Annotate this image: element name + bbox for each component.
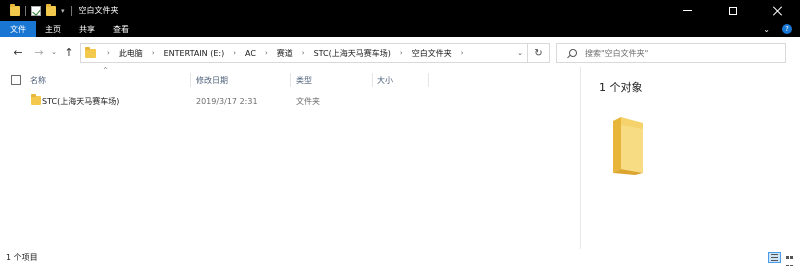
- breadcrumb-item-ac[interactable]: AC: [243, 49, 258, 58]
- close-button[interactable]: [755, 0, 800, 21]
- window-controls: [665, 0, 800, 21]
- search-box[interactable]: 搜索"空白文件夹": [556, 43, 786, 63]
- folder-icon: [10, 3, 20, 16]
- details-view-icon: [771, 254, 778, 255]
- new-folder-icon[interactable]: [46, 3, 56, 16]
- column-divider[interactable]: [428, 73, 429, 87]
- breadcrumb-separator-icon[interactable]: ›: [258, 49, 275, 57]
- tab-view[interactable]: 查看: [104, 21, 138, 37]
- help-icon[interactable]: ?: [782, 24, 792, 34]
- select-all-checkbox[interactable]: [11, 75, 21, 85]
- details-pane: 1 个对象: [580, 67, 800, 249]
- back-button[interactable]: ←: [12, 45, 24, 59]
- close-icon: [773, 6, 783, 16]
- breadcrumb-item-tracks[interactable]: 赛道: [275, 48, 295, 59]
- column-name[interactable]: 名称: [30, 70, 46, 90]
- refresh-button[interactable]: ↻: [527, 44, 549, 62]
- properties-icon[interactable]: [31, 5, 41, 16]
- title-bar: ▾ 空白文件夹: [0, 0, 800, 21]
- details-view-icon: [771, 257, 778, 258]
- customize-dropdown-icon[interactable]: ▾: [61, 7, 65, 15]
- folder-icon: [85, 46, 96, 58]
- breadcrumb-separator-icon[interactable]: ›: [393, 49, 410, 57]
- ribbon-tabs: 文件 主页 共享 查看 ⌄ ?: [0, 21, 800, 37]
- search-icon: [569, 49, 577, 57]
- search-placeholder: 搜索"空白文件夹": [585, 48, 649, 58]
- column-divider[interactable]: [372, 73, 373, 87]
- address-dropdown-icon[interactable]: ⌄: [517, 44, 523, 62]
- forward-button[interactable]: →: [33, 45, 45, 59]
- column-date[interactable]: 修改日期: [196, 70, 228, 90]
- minimize-button[interactable]: [665, 0, 710, 21]
- breadcrumb-separator-icon[interactable]: ›: [295, 49, 312, 57]
- large-icons-view-button[interactable]: [784, 252, 797, 266]
- large-folder-icon: [613, 117, 643, 175]
- breadcrumb: › 此电脑 › ENTERTAIN (E:) › AC › 赛道 › STC(上…: [100, 44, 471, 62]
- file-list-row[interactable]: STC(上海天马赛车场) 2019/3/17 2:31 文件夹: [25, 92, 425, 110]
- status-bar: 1 个项目: [0, 249, 800, 266]
- column-type[interactable]: 类型: [296, 70, 312, 90]
- row-name: STC(上海天马赛车场): [42, 96, 120, 106]
- expand-ribbon-icon[interactable]: ⌄: [763, 25, 770, 34]
- tab-share[interactable]: 共享: [70, 21, 104, 37]
- breadcrumb-separator-icon[interactable]: ›: [226, 49, 243, 57]
- tiles-view-icon: [786, 256, 789, 259]
- sort-indicator-icon: ^: [103, 67, 109, 74]
- tab-home[interactable]: 主页: [36, 21, 70, 37]
- up-button[interactable]: ↑: [63, 45, 75, 59]
- details-title: 1 个对象: [599, 81, 643, 94]
- column-divider[interactable]: [290, 73, 291, 87]
- address-bar[interactable]: › 此电脑 › ENTERTAIN (E:) › AC › 赛道 › STC(上…: [80, 43, 550, 63]
- breadcrumb-item-drive[interactable]: ENTERTAIN (E:): [162, 49, 227, 58]
- breadcrumb-separator-icon[interactable]: ›: [100, 49, 117, 57]
- recent-locations-button[interactable]: ⌄: [48, 45, 60, 59]
- window-title: 空白文件夹: [78, 6, 119, 15]
- ribbon-right-controls: ⌄ ?: [763, 21, 800, 37]
- details-view-icon: [771, 260, 778, 261]
- item-count: 1 个项目: [6, 253, 38, 262]
- column-header: ^ 名称 修改日期 类型 大小: [0, 67, 580, 90]
- row-type: 文件夹: [296, 96, 320, 106]
- navigation-bar: ← → ⌄ ↑ › 此电脑 › ENTERTAIN (E:) › AC › 赛道…: [0, 37, 800, 67]
- tiles-view-icon: [790, 256, 793, 259]
- separator: [25, 5, 26, 16]
- separator: [70, 5, 72, 16]
- breadcrumb-separator-icon[interactable]: ›: [454, 49, 471, 57]
- column-divider[interactable]: [190, 73, 191, 87]
- maximize-icon: [728, 6, 737, 15]
- breadcrumb-separator-icon[interactable]: ›: [145, 49, 162, 57]
- quick-access-toolbar: ▾ 空白文件夹: [0, 0, 119, 21]
- row-date: 2019/3/17 2:31: [196, 96, 258, 106]
- breadcrumb-item-current[interactable]: 空白文件夹: [410, 48, 454, 59]
- details-view-button[interactable]: [768, 252, 781, 263]
- breadcrumb-item-this-pc[interactable]: 此电脑: [117, 48, 145, 59]
- file-explorer-window: ▾ 空白文件夹 文件 主页 共享 查看 ⌄ ? ← → ⌄ ↑ › 此电脑 › …: [0, 0, 800, 266]
- maximize-button[interactable]: [710, 0, 755, 21]
- column-size[interactable]: 大小: [377, 70, 393, 90]
- minimize-icon: [683, 10, 692, 11]
- tab-file[interactable]: 文件: [0, 21, 36, 37]
- breadcrumb-item-stc[interactable]: STC(上海天马赛车场): [312, 48, 393, 59]
- folder-icon: [31, 94, 41, 105]
